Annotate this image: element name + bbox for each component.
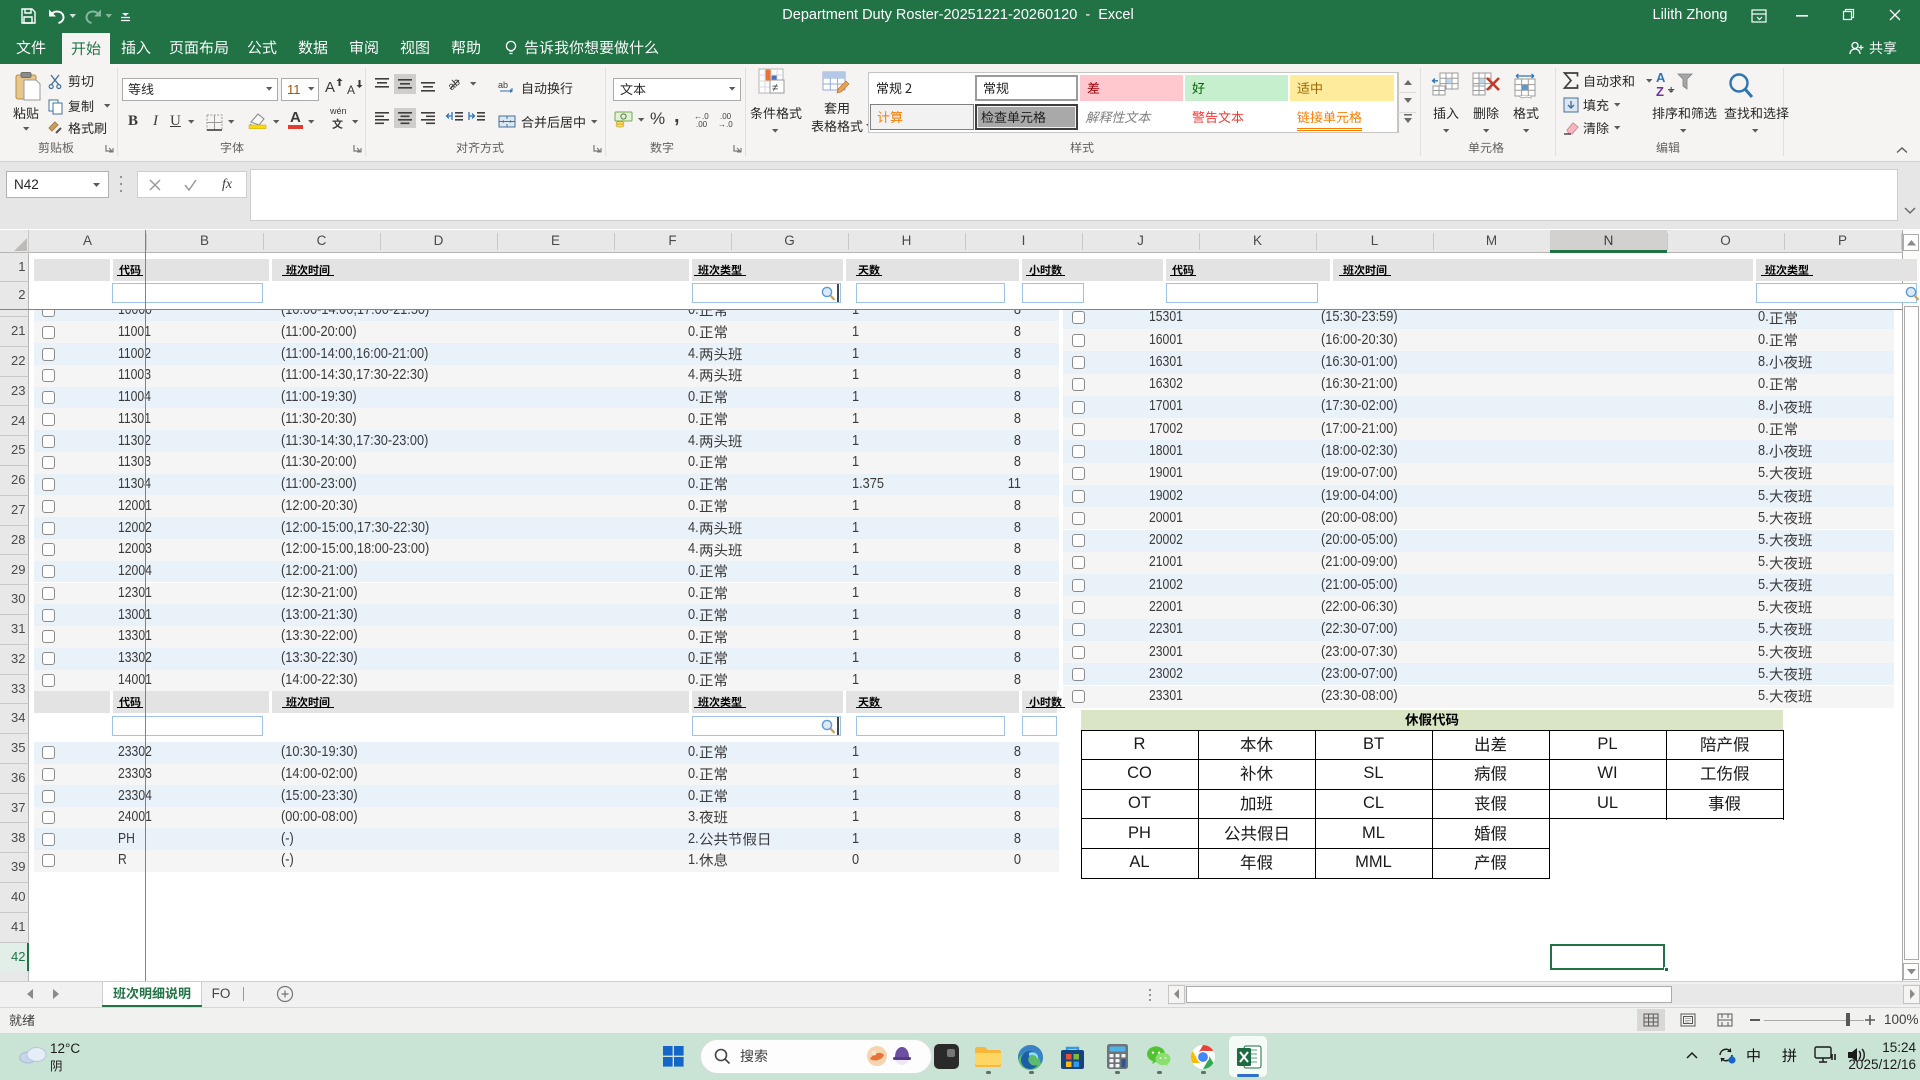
svg-text:≠: ≠ — [772, 82, 778, 94]
svg-text:→.0: →.0 — [718, 120, 733, 129]
svg-text:ab: ab — [498, 80, 508, 90]
svg-text:.00: .00 — [696, 120, 708, 129]
svg-text:ab: ab — [446, 76, 463, 93]
